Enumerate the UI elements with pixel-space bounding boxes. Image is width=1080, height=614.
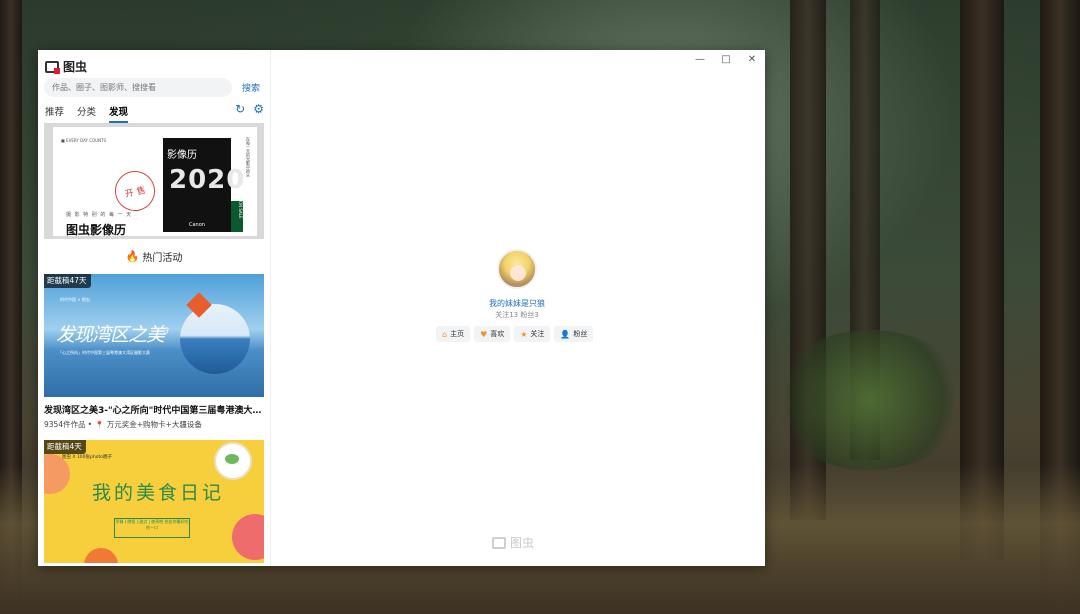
followers-button[interactable]: 👤 粉丝 — [554, 326, 594, 342]
banner-subtitle: 「心之所向」时代中国第三届粤港澳大湾区摄影大赛 — [58, 350, 150, 355]
deadline-badge: 距截稿4天 — [44, 440, 86, 454]
likes-button-label: 喜欢 — [490, 330, 505, 338]
orange-slice-icon — [84, 548, 118, 563]
footer-logo: 图虫 — [492, 534, 534, 551]
banner-title-num: 3 — [164, 326, 169, 336]
discover-feed: ■ EVERY DAY COUNTS 开 售 摄 影 特 别 的 每 一 天 图… — [44, 123, 264, 563]
works-count: 9354件作品 — [44, 420, 86, 429]
profile-stats: 关注13 粉丝3 — [495, 311, 539, 319]
activity-banner[interactable]: 距截稿4天 图虫 X 100张photo圈子 我的美食日记 早餐 | 晚饭 | … — [44, 440, 264, 563]
book-year: 2020 — [169, 165, 246, 195]
banner-title: 图虫影像历 — [66, 223, 127, 237]
banner-title: 发现湾区之美3 — [56, 320, 169, 347]
refresh-icon[interactable]: ↻ — [235, 103, 245, 115]
activity-card[interactable]: 距截稿47天 时代中国 × 图虫 发现湾区之美3 「心之所向」时代中国第三届粤港… — [44, 274, 264, 430]
user-icon: 👤 — [560, 329, 571, 339]
profile-actions: ⌂ 主页 ♥ 喜欢 ★ 关注 👤 粉丝 — [436, 326, 594, 342]
hot-activities-label: 热门活动 — [142, 253, 183, 264]
banner-subtitle-box: 早餐 | 晚饭 | 甜点 | 夜宵吧 拍出你最好吃的一口 — [114, 518, 190, 538]
grapefruit-slice-icon — [232, 514, 264, 560]
avatar[interactable] — [497, 249, 537, 289]
orange-slice-icon — [44, 454, 70, 494]
sea-circle — [180, 304, 250, 374]
banner-subtitle: 摄 影 特 别 的 每 一 天 — [66, 212, 133, 218]
tab-recommend[interactable]: 推荐 — [45, 104, 64, 123]
fern — [770, 330, 970, 470]
tab-discover[interactable]: 发现 — [109, 104, 129, 123]
likes-button[interactable]: ♥ 喜欢 — [474, 326, 511, 342]
following-button-label: 关注 — [530, 330, 545, 338]
app-window: — □ ✕ 图虫 搜索 推荐 分类 发现 ↻ ⚙ ■ EVERY DAY COU… — [38, 50, 765, 566]
prize-text: 万元奖金+购物卡+大疆设备 — [106, 420, 202, 429]
activity-banner[interactable]: 距截稿47天 时代中国 × 图虫 发现湾区之美3 「心之所向」时代中国第三届粤港… — [44, 274, 264, 397]
hot-activities-header: 🔥 热门活动 — [44, 239, 264, 274]
sidebar: 图虫 搜索 推荐 分类 发现 ↻ ⚙ ■ EVERY DAY COUNTS 开 … — [38, 50, 271, 566]
flame-icon: 🔥 — [125, 250, 140, 263]
footer-logo-text: 图虫 — [510, 536, 535, 550]
followers-button-label: 粉丝 — [573, 330, 588, 338]
tuchong-logo-icon — [45, 60, 60, 74]
main-pane: 我的妹妹是只狼 关注13 粉丝3 ⌂ 主页 ♥ 喜欢 ★ 关注 👤 粉丝 图虫 — [270, 50, 765, 566]
brand-name: 图虫 — [63, 60, 88, 74]
separator-dot: • — [87, 420, 93, 429]
home-icon: ⌂ — [442, 329, 448, 339]
book-brand: Canon — [189, 222, 205, 228]
search-button[interactable]: 搜索 — [242, 81, 260, 94]
banner-card: ■ EVERY DAY COUNTS 开 售 摄 影 特 别 的 每 一 天 图… — [53, 127, 257, 237]
tab-bar: 推荐 分类 发现 — [45, 104, 129, 123]
activity-title[interactable]: 发现湾区之美3-"心之所向"时代中国第三届粤港澳大湾区摄影大赛 — [44, 403, 264, 416]
search-input[interactable] — [44, 78, 232, 97]
heart-icon: ♥ — [480, 329, 488, 339]
home-button[interactable]: ⌂ 主页 — [436, 326, 471, 342]
banner-top-text: ■ EVERY DAY COUNTS — [61, 138, 107, 143]
banner-side-text: 在每一天的光影中抬头 — [246, 137, 251, 177]
book-title: 影像历 — [167, 150, 197, 161]
food-plate-icon — [214, 442, 252, 480]
star-icon: ★ — [520, 329, 528, 339]
on-sale-tag: ON SALE — [231, 201, 243, 232]
activity-meta: 9354件作品 • 📍 万元奖金+购物卡+大疆设备 — [44, 419, 264, 430]
banner-title: 我的美食日记 — [92, 482, 225, 504]
sale-badge: 开 售 — [111, 167, 159, 215]
banner-title-text: 发现湾区之美 — [56, 324, 165, 346]
tab-tools: ↻ ⚙ — [235, 103, 264, 115]
prize-icon: 📍 — [95, 420, 104, 429]
home-button-label: 主页 — [450, 330, 465, 338]
banner-logos: 图虫 X 100张photo圈子 — [62, 455, 113, 460]
calendar-book: 影像历 2020 Canon — [163, 138, 244, 232]
profile-username[interactable]: 我的妹妹是只狼 — [417, 298, 617, 309]
deadline-badge: 距截稿47天 — [44, 274, 91, 288]
promo-banner-calendar[interactable]: ■ EVERY DAY COUNTS 开 售 摄 影 特 别 的 每 一 天 图… — [44, 123, 264, 239]
brand: 图虫 — [45, 58, 87, 75]
following-button[interactable]: ★ 关注 — [514, 326, 551, 342]
settings-icon[interactable]: ⚙ — [253, 103, 264, 115]
tuchong-logo-icon — [492, 536, 506, 549]
banner-logos: 时代中国 × 图虫 — [60, 297, 90, 302]
tab-category[interactable]: 分类 — [77, 104, 96, 123]
